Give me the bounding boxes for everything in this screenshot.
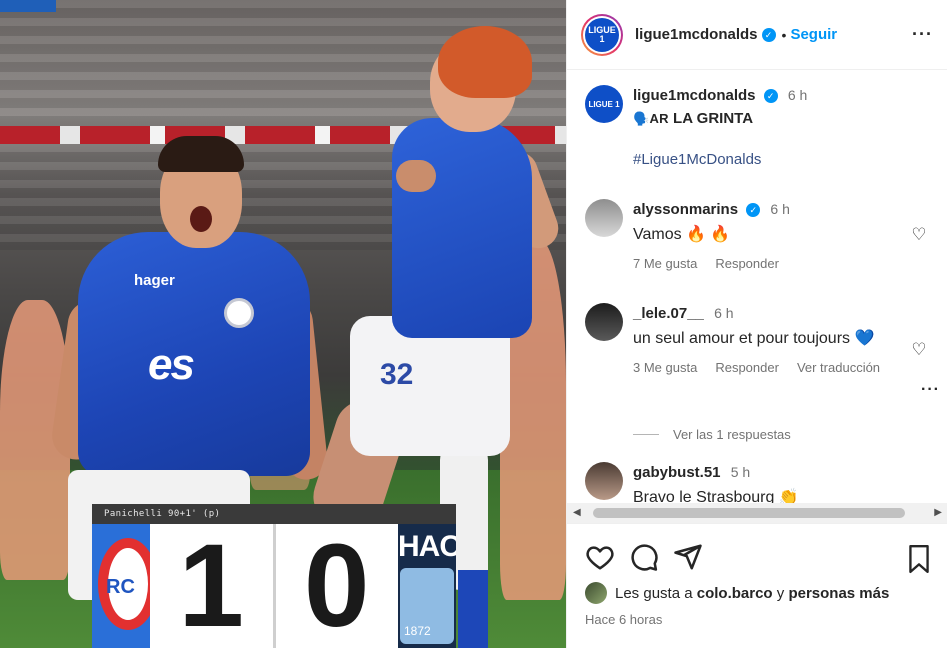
- translate-button[interactable]: Ver traducción: [797, 360, 880, 375]
- verified-badge-icon: ✓: [746, 203, 761, 218]
- comment-username[interactable]: _lele.07__: [633, 305, 704, 322]
- comment-item: gabybust.51 5 h Bravo le Strasbourg 👏: [585, 462, 923, 509]
- comment-avatar[interactable]: [585, 303, 623, 341]
- caption-time: 6 h: [787, 87, 808, 103]
- comment-avatar[interactable]: [585, 199, 623, 237]
- comment-like-heart-icon[interactable]: ♡: [910, 341, 928, 359]
- player-mouth: [190, 206, 212, 232]
- comment-time: 6 h: [714, 305, 734, 321]
- verified-badge-icon: ✓: [761, 27, 776, 42]
- post-photo[interactable]: hager es 32 Panichelli 90+1' (p) RC 1 0 …: [0, 0, 566, 648]
- post-time-ago[interactable]: Hace 6 horas: [585, 612, 662, 627]
- comment-likes[interactable]: 7 Me gusta: [633, 256, 697, 271]
- liker-avatar[interactable]: [585, 582, 607, 604]
- comments-feed[interactable]: LIGUE 1 ligue1mcdonalds ✓ 6 h 🗣️AR LA GR…: [567, 71, 947, 511]
- bookmark-icon[interactable]: [906, 544, 932, 574]
- home-logo-text: RC: [106, 576, 135, 598]
- player-shirt: [392, 118, 532, 338]
- away-team-logo: HAC 1872: [398, 524, 456, 648]
- caption-prefix: 🗣️AR: [633, 111, 669, 126]
- profile-avatar[interactable]: LIGUE 1: [581, 13, 623, 56]
- caption-title: LA GRINTA: [673, 110, 754, 127]
- separator-dot: •: [781, 26, 787, 43]
- sponsor-es: es: [148, 340, 195, 389]
- send-icon[interactable]: [673, 542, 703, 572]
- likes-prefix: Les gusta a: [615, 584, 693, 602]
- likes-mid: y: [776, 584, 785, 602]
- likes-line: Les gusta a colo.barco y personas más: [585, 582, 889, 604]
- player-number: 32: [380, 358, 414, 391]
- verified-badge-icon: ✓: [763, 89, 778, 104]
- replies-divider: [633, 434, 659, 435]
- heart-icon[interactable]: [585, 542, 615, 572]
- comment-more-icon[interactable]: ···: [921, 381, 940, 399]
- player-fist: [396, 160, 436, 192]
- ligue1-logo-icon: LIGUE 1: [585, 17, 619, 52]
- comment-username[interactable]: alyssonmarins: [633, 201, 738, 218]
- comment-like-heart-icon[interactable]: ♡: [910, 226, 928, 244]
- post-side-panel: LIGUE 1 ligue1mcdonalds ✓ • Seguir ··· L…: [566, 0, 947, 648]
- post-actions: Les gusta a colo.barco y personas más Ha…: [567, 523, 947, 648]
- caption-avatar[interactable]: LIGUE 1: [585, 85, 623, 123]
- scoreboard: RC 1 0 HAC 1872: [92, 524, 456, 648]
- away-logo-year: 1872: [404, 624, 431, 638]
- away-logo-text: HAC: [398, 530, 456, 563]
- corner-banner: [0, 0, 56, 12]
- comment-time: 5 h: [730, 464, 751, 480]
- comment-username[interactable]: gabybust.51: [633, 464, 721, 481]
- home-score: 1: [178, 520, 245, 648]
- caption-username[interactable]: ligue1mcdonalds: [633, 87, 756, 104]
- comment-icon[interactable]: [629, 542, 659, 572]
- post-header: LIGUE 1 ligue1mcdonalds ✓ • Seguir ···: [567, 0, 947, 70]
- view-replies-button[interactable]: Ver las 1 respuestas: [633, 427, 791, 442]
- reply-button[interactable]: Responder: [715, 360, 779, 375]
- comment-item: alyssonmarins ✓ 6 h Vamos 🔥 🔥 7 Me gusta…: [585, 199, 923, 271]
- comment-likes[interactable]: 3 Me gusta: [633, 360, 697, 375]
- player-hair: [158, 136, 244, 172]
- view-replies-label: Ver las 1 respuestas: [673, 427, 791, 442]
- player-sock: [458, 570, 488, 648]
- player-hair: [438, 26, 532, 98]
- comment-text: un seul amour et pour toujours 💙: [633, 330, 875, 347]
- instagram-post-view: hager es 32 Panichelli 90+1' (p) RC 1 0 …: [0, 0, 947, 648]
- caption-row: LIGUE 1 ligue1mcdonalds ✓ 6 h 🗣️AR LA GR…: [585, 85, 923, 168]
- likes-others[interactable]: personas más: [788, 585, 889, 602]
- follow-button[interactable]: Seguir: [790, 26, 837, 43]
- scroll-right-arrow-icon[interactable]: ▶: [934, 507, 942, 518]
- liker-username[interactable]: colo.barco: [697, 585, 773, 602]
- caption-hashtag[interactable]: #Ligue1McDonalds: [633, 151, 923, 168]
- home-team-logo: RC: [92, 524, 150, 648]
- more-icon[interactable]: ···: [912, 24, 933, 45]
- comment-text: Vamos 🔥 🔥: [633, 226, 731, 243]
- sponsor-hager: hager: [134, 272, 175, 289]
- comment-avatar[interactable]: [585, 462, 623, 500]
- comment-item: _lele.07__ 6 h un seul amour et pour tou…: [585, 303, 923, 375]
- club-crest: [224, 298, 254, 328]
- reply-button[interactable]: Responder: [715, 256, 779, 271]
- scroll-left-arrow-icon[interactable]: ◀: [573, 507, 581, 518]
- horizontal-scrollbar[interactable]: ◀ ▶: [567, 503, 947, 523]
- away-score: 0: [303, 520, 370, 648]
- scorer-line: Panichelli 90+1' (p): [92, 504, 456, 524]
- scrollbar-thumb[interactable]: [593, 508, 905, 518]
- header-username[interactable]: ligue1mcdonalds: [635, 26, 758, 43]
- comment-time: 6 h: [770, 201, 790, 217]
